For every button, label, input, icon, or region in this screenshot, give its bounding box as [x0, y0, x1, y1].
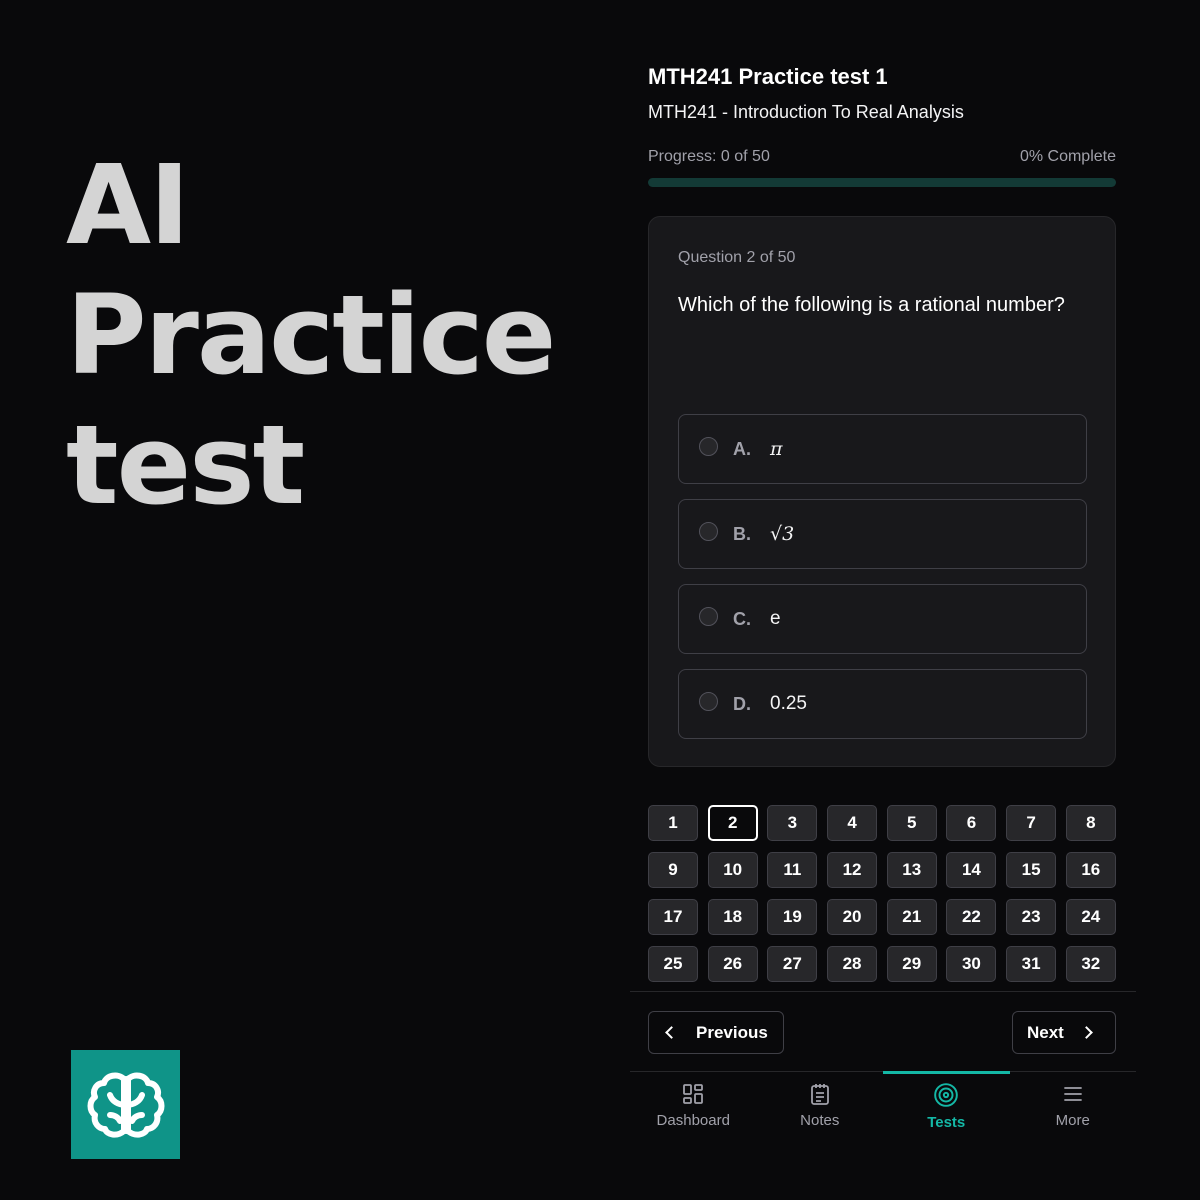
question-nav-button[interactable]: 17 — [648, 899, 698, 935]
target-icon — [934, 1083, 959, 1107]
progress-bar — [648, 178, 1116, 187]
option-letter: B. — [733, 523, 751, 544]
question-text: Which of the following is a rational num… — [678, 294, 1065, 316]
question-nav-button[interactable]: 13 — [886, 852, 937, 888]
option-b[interactable]: B. √3 — [678, 499, 1087, 569]
divider — [630, 991, 1136, 992]
tab-tests[interactable]: Tests — [883, 1071, 1010, 1152]
question-nav-button[interactable]: 19 — [767, 899, 818, 935]
previous-label: Previous — [696, 1022, 768, 1042]
hero-line: Practice — [66, 271, 556, 399]
option-letter: A. — [733, 438, 751, 459]
next-button[interactable]: Next — [1012, 1011, 1116, 1054]
question-nav-button[interactable]: 20 — [827, 899, 878, 935]
question-nav-button[interactable]: 2 — [707, 805, 758, 841]
tab-label: More — [1055, 1112, 1090, 1129]
question-nav-button[interactable]: 10 — [707, 852, 758, 888]
question-nav-button[interactable]: 7 — [1006, 805, 1057, 841]
question-nav-button[interactable]: 14 — [946, 852, 997, 888]
hero-heading: AI Practice test — [66, 140, 556, 530]
course-name: MTH241 - Introduction To Real Analysis — [648, 102, 964, 122]
previous-button[interactable]: Previous — [648, 1011, 784, 1054]
chevron-left-icon — [665, 1026, 678, 1039]
option-a[interactable]: A. π — [678, 414, 1087, 484]
tab-label: Dashboard — [656, 1112, 730, 1129]
question-number: Question 2 of 50 — [678, 249, 796, 266]
tab-label: Tests — [927, 1114, 966, 1131]
tab-dashboard[interactable]: Dashboard — [630, 1072, 757, 1152]
question-navigator: 1 2 3 4 5 6 7 8 9 10 11 12 13 14 15 16 17 18 19 20 21 22 23 24 2… — [648, 805, 1118, 982]
question-nav-button[interactable]: 18 — [707, 899, 758, 935]
radio-icon[interactable] — [699, 691, 718, 711]
question-nav-button[interactable]: 26 — [707, 946, 758, 982]
question-nav-button[interactable]: 32 — [1065, 946, 1116, 982]
question-card: Question 2 of 50 Which of the following … — [648, 216, 1116, 767]
question-nav-button[interactable]: 31 — [1006, 946, 1057, 982]
question-nav-button[interactable]: 1 — [648, 805, 698, 841]
question-nav-button[interactable]: 12 — [827, 852, 878, 888]
tab-label: Notes — [800, 1112, 840, 1129]
question-nav-button[interactable]: 27 — [767, 946, 818, 982]
option-d[interactable]: D. 0.25 — [678, 669, 1087, 739]
question-nav-button[interactable]: 8 — [1065, 805, 1116, 841]
question-nav-button[interactable]: 4 — [827, 805, 878, 841]
question-nav-button[interactable]: 25 — [648, 946, 698, 982]
progress-percent: 0% Complete — [1019, 148, 1116, 165]
brain-icon — [87, 1072, 164, 1138]
progress-label: Progress: 0 of 50 — [648, 148, 770, 165]
question-nav-button[interactable]: 9 — [648, 852, 698, 888]
brain-logo — [71, 1050, 180, 1159]
question-nav-button[interactable]: 5 — [886, 805, 937, 841]
tab-notes[interactable]: Notes — [757, 1072, 884, 1152]
test-title: MTH241 Practice test 1 — [648, 64, 888, 89]
question-nav-button[interactable]: 29 — [886, 946, 937, 982]
next-label: Next — [1027, 1022, 1064, 1042]
option-letter: D. — [733, 693, 751, 714]
radio-icon[interactable] — [699, 606, 718, 626]
question-nav-button[interactable]: 21 — [886, 899, 937, 935]
question-nav-button[interactable]: 6 — [946, 805, 997, 841]
question-nav-button[interactable]: 24 — [1065, 899, 1116, 935]
hero-line: test — [66, 401, 305, 529]
bottom-tab-bar: Dashboard Notes Tests More — [630, 1071, 1137, 1152]
question-nav-button[interactable]: 15 — [1006, 852, 1057, 888]
question-nav-button[interactable]: 22 — [946, 899, 997, 935]
question-nav-button[interactable]: 3 — [767, 805, 818, 841]
question-nav-button[interactable]: 16 — [1065, 852, 1116, 888]
radio-icon[interactable] — [699, 521, 718, 541]
tab-more[interactable]: More — [1010, 1072, 1137, 1152]
option-c[interactable]: C. e — [678, 584, 1087, 654]
question-nav-button[interactable]: 30 — [946, 946, 997, 982]
option-value: e — [770, 608, 781, 629]
option-value: π — [770, 438, 783, 460]
question-nav-button[interactable]: 28 — [827, 946, 878, 982]
chevron-right-icon — [1079, 1026, 1093, 1039]
option-letter: C. — [733, 608, 751, 629]
radio-icon[interactable] — [699, 436, 718, 456]
option-value: 0.25 — [770, 693, 807, 714]
hero-line: AI — [66, 141, 190, 269]
practice-test-panel: MTH241 Practice test 1 MTH241 - Introduc… — [630, 0, 1136, 1200]
dashboard-icon — [683, 1084, 704, 1104]
question-nav-button[interactable]: 23 — [1006, 899, 1057, 935]
notes-icon — [810, 1084, 829, 1105]
option-value: √3 — [770, 523, 795, 545]
question-nav-button[interactable]: 11 — [767, 852, 818, 888]
menu-icon — [1063, 1087, 1082, 1101]
